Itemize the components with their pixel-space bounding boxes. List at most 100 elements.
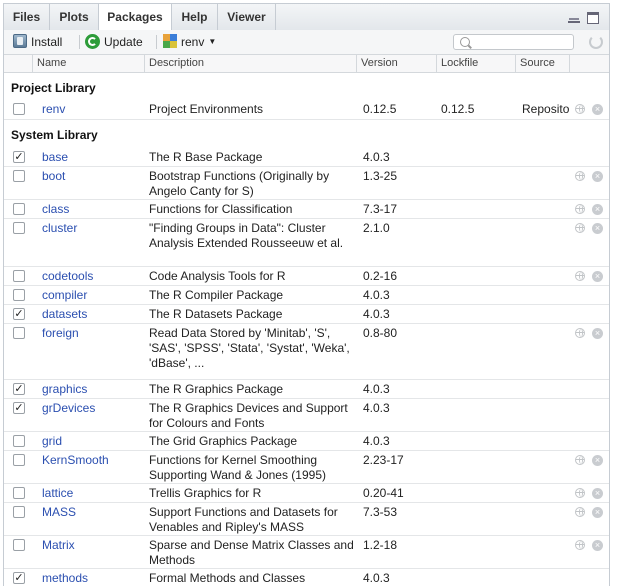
package-checkbox[interactable]: [13, 170, 25, 182]
package-name-link[interactable]: class: [42, 202, 69, 216]
table-row[interactable]: ✓ grDevices The R Graphics Devices and Sup…: [4, 398, 609, 432]
remove-package-icon[interactable]: ×: [592, 104, 603, 115]
tab-plots[interactable]: Plots: [50, 4, 99, 30]
remove-package-icon[interactable]: ×: [592, 507, 603, 518]
package-name-link[interactable]: cluster: [42, 221, 77, 235]
table-row[interactable]: ✓ base The R Base Package 4.0.3: [4, 147, 609, 167]
package-checkbox[interactable]: ✓: [13, 151, 25, 163]
globe-icon[interactable]: [575, 204, 585, 214]
remove-package-icon[interactable]: ×: [592, 204, 603, 215]
install-button[interactable]: Install: [13, 34, 62, 50]
table-row[interactable]: KernSmooth Functions for Kernel Smoothing…: [4, 450, 609, 484]
package-name-link[interactable]: boot: [42, 169, 65, 183]
package-name-link[interactable]: grid: [42, 434, 62, 448]
package-name-link[interactable]: MASS: [42, 505, 76, 519]
package-name-link[interactable]: KernSmooth: [42, 453, 109, 467]
column-header-name[interactable]: Name: [32, 55, 144, 72]
column-header-description[interactable]: Description: [144, 55, 356, 72]
table-row[interactable]: ✓ datasets The R Datasets Package 4.0.3: [4, 304, 609, 324]
package-checkbox[interactable]: ✓: [13, 308, 25, 320]
tab-viewer[interactable]: Viewer: [218, 4, 276, 30]
table-row[interactable]: MASS Support Functions and Datasets for V…: [4, 502, 609, 536]
package-search-input[interactable]: [453, 34, 574, 50]
package-checkbox[interactable]: [13, 454, 25, 466]
package-checkbox[interactable]: ✓: [13, 383, 25, 395]
globe-icon[interactable]: [575, 455, 585, 465]
toolbar-divider: [79, 35, 80, 49]
package-table-header: Name Description Version Lockfile Source: [4, 55, 609, 73]
package-version: 4.0.3: [363, 307, 390, 321]
globe-icon[interactable]: [575, 223, 585, 233]
column-header-lockfile[interactable]: Lockfile: [436, 55, 515, 72]
globe-icon[interactable]: [575, 540, 585, 550]
remove-package-icon[interactable]: ×: [592, 455, 603, 466]
globe-icon[interactable]: [575, 328, 585, 338]
package-checkbox[interactable]: ✓: [13, 402, 25, 414]
package-name-link[interactable]: compiler: [42, 288, 87, 302]
remove-package-icon[interactable]: ×: [592, 540, 603, 551]
tab-files[interactable]: Files: [4, 4, 50, 30]
tab-help[interactable]: Help: [172, 4, 218, 30]
table-row[interactable]: Matrix Sparse and Dense Matrix Classes an…: [4, 535, 609, 569]
package-description: Bootstrap Functions (Originally by Angel…: [149, 169, 330, 198]
package-name-link[interactable]: base: [42, 150, 68, 164]
package-version: 4.0.3: [363, 401, 390, 415]
table-row[interactable]: codetools Code Analysis Tools for R 0.2-16…: [4, 266, 609, 286]
package-checkbox[interactable]: [13, 222, 25, 234]
table-row[interactable]: boot Bootstrap Functions (Originally by A…: [4, 166, 609, 200]
package-name-link[interactable]: datasets: [42, 307, 87, 321]
table-row[interactable]: cluster "Finding Groups in Data": Cluster…: [4, 218, 609, 267]
package-checkbox[interactable]: [13, 270, 25, 282]
package-checkbox[interactable]: [13, 435, 25, 447]
package-checkbox[interactable]: ✓: [13, 572, 25, 584]
package-version: 7.3-17: [363, 202, 398, 216]
package-name-link[interactable]: foreign: [42, 326, 79, 340]
package-checkbox[interactable]: [13, 539, 25, 551]
table-row[interactable]: renv Project Environments 0.12.5 0.12.5 Repo…: [4, 99, 609, 120]
minimize-pane-icon[interactable]: [568, 12, 580, 23]
package-checkbox[interactable]: [13, 103, 25, 115]
tab-packages[interactable]: Packages: [99, 4, 172, 31]
table-row[interactable]: ✓ graphics The R Graphics Package 4.0.3: [4, 379, 609, 399]
package-description: Code Analysis Tools for R: [149, 269, 286, 283]
package-name-link[interactable]: lattice: [42, 486, 73, 500]
remove-package-icon[interactable]: ×: [592, 223, 603, 234]
package-name-link[interactable]: codetools: [42, 269, 93, 283]
globe-icon[interactable]: [575, 507, 585, 517]
package-name-link[interactable]: Matrix: [42, 538, 75, 552]
globe-icon[interactable]: [575, 488, 585, 498]
globe-icon[interactable]: [575, 271, 585, 281]
remove-package-icon[interactable]: ×: [592, 488, 603, 499]
column-header-version[interactable]: Version: [356, 55, 436, 72]
package-checkbox[interactable]: [13, 506, 25, 518]
install-icon: [13, 34, 27, 48]
remove-package-icon[interactable]: ×: [592, 171, 603, 182]
globe-icon[interactable]: [575, 104, 585, 114]
table-row[interactable]: compiler The R Compiler Package 4.0.3: [4, 285, 609, 305]
remove-package-icon[interactable]: ×: [592, 328, 603, 339]
package-checkbox[interactable]: [13, 487, 25, 499]
package-description: Functions for Kernel Smoothing Supportin…: [149, 453, 326, 482]
refresh-icon[interactable]: [589, 35, 603, 49]
column-header-source[interactable]: Source: [515, 55, 569, 72]
package-name-link[interactable]: renv: [42, 102, 65, 116]
package-description: Trellis Graphics for R: [149, 486, 262, 500]
update-button[interactable]: Update: [85, 34, 143, 50]
package-name-link[interactable]: methods: [42, 571, 88, 585]
package-version: 4.0.3: [363, 382, 390, 396]
table-row[interactable]: grid The Grid Graphics Package 4.0.3: [4, 431, 609, 451]
table-row[interactable]: ✓ methods Formal Methods and Classes 4.0.3: [4, 568, 609, 586]
table-row[interactable]: foreign Read Data Stored by 'Minitab', 'S…: [4, 323, 609, 380]
package-checkbox[interactable]: [13, 289, 25, 301]
package-checkbox[interactable]: [13, 203, 25, 215]
package-name-link[interactable]: grDevices: [42, 401, 95, 415]
maximize-pane-icon[interactable]: [587, 12, 599, 24]
package-checkbox[interactable]: [13, 327, 25, 339]
globe-icon[interactable]: [575, 171, 585, 181]
renv-menu-button[interactable]: renv ▼: [163, 34, 216, 50]
package-lockfile-version: 0.12.5: [441, 102, 475, 116]
package-name-link[interactable]: graphics: [42, 382, 87, 396]
table-row[interactable]: class Functions for Classification 7.3-17 ×: [4, 199, 609, 219]
remove-package-icon[interactable]: ×: [592, 271, 603, 282]
table-row[interactable]: lattice Trellis Graphics for R 0.20-41 ×: [4, 483, 609, 503]
